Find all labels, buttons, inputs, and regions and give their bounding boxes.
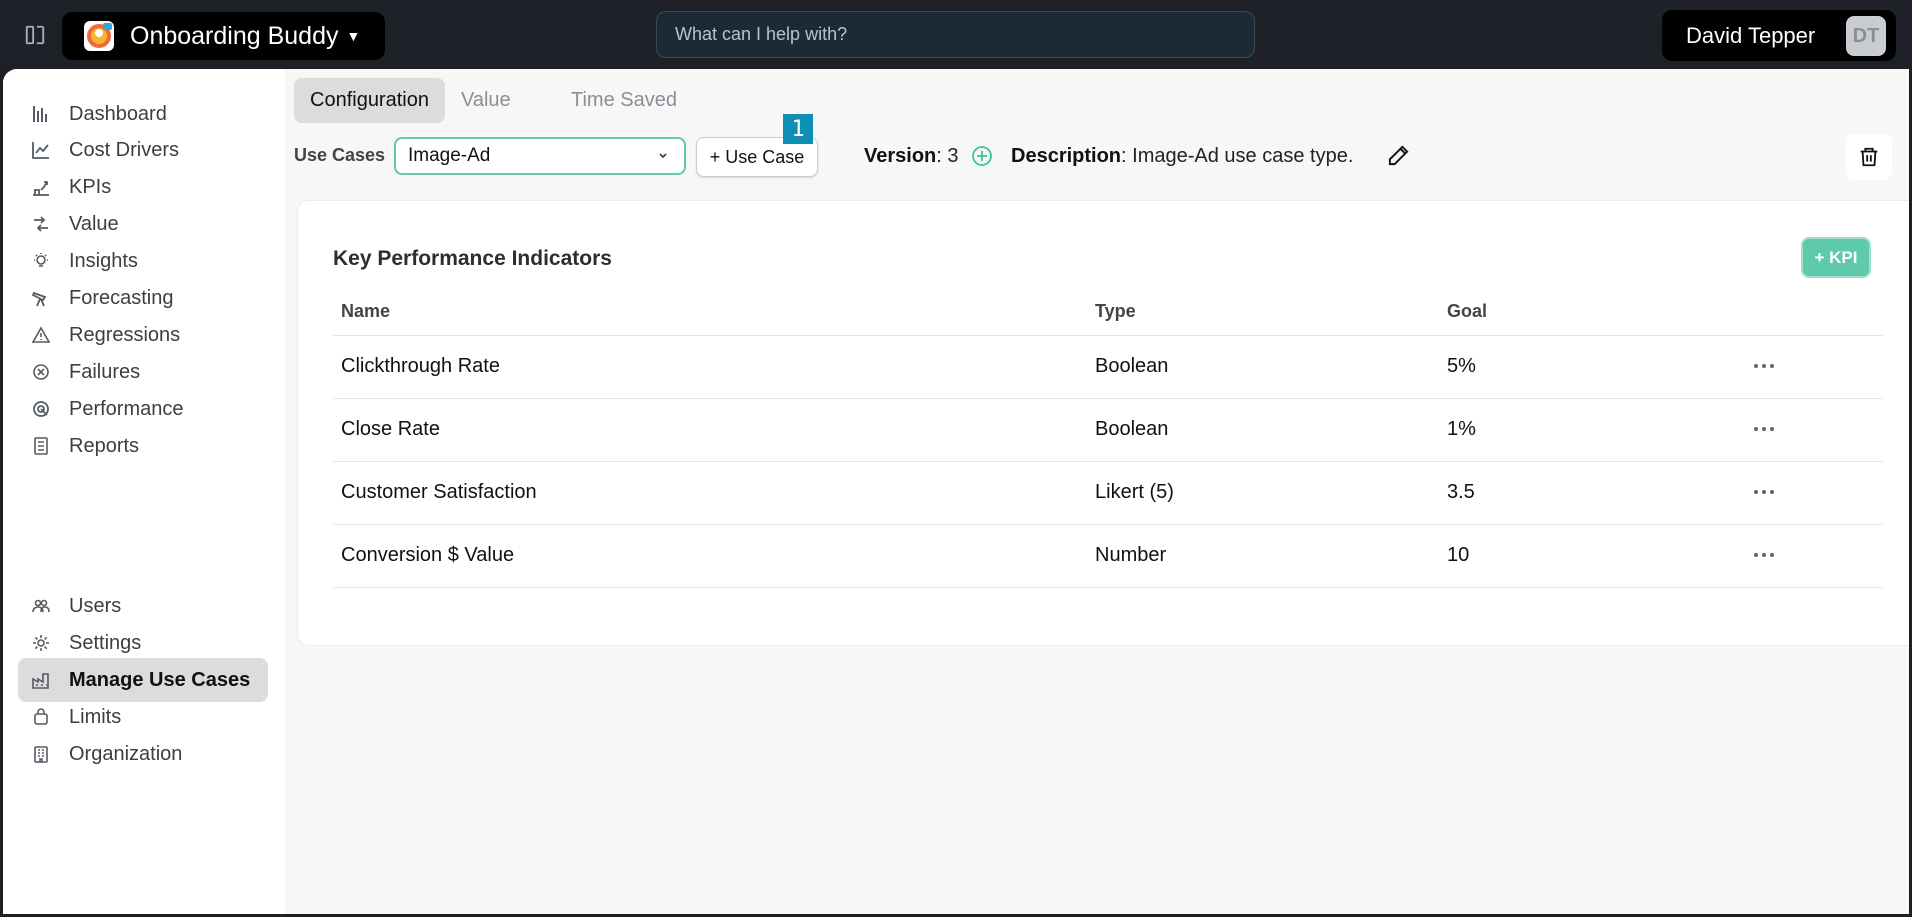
- delete-use-case-button[interactable]: [1846, 134, 1892, 180]
- kpi-type: Boolean: [1095, 355, 1169, 377]
- sidebar-item-label: KPIs: [69, 175, 112, 198]
- more-options-icon[interactable]: [1749, 543, 1779, 567]
- kpi-goal: 10: [1447, 544, 1470, 566]
- gauge-icon: [33, 401, 49, 417]
- main-content: Configuration Value Time Saved Use Cases…: [285, 69, 1909, 914]
- lightbulb-icon: [34, 253, 48, 267]
- step-badge: 1: [783, 114, 813, 144]
- kpi-goal: 3.5: [1447, 481, 1475, 503]
- sidebar-item-label: Reports: [69, 434, 140, 457]
- sidebar-item-label: Settings: [69, 631, 142, 654]
- kpi-name: Close Rate: [341, 418, 440, 440]
- app-switcher[interactable]: Onboarding Buddy ▼: [62, 12, 385, 60]
- gear-icon: [33, 635, 49, 651]
- chevron-down-icon: ▼: [346, 28, 361, 44]
- kpi-icon: [33, 181, 49, 196]
- factory-icon: [32, 673, 49, 689]
- add-version-icon[interactable]: [971, 145, 993, 167]
- table-row: Conversion $ Value Number 10: [333, 525, 1883, 588]
- circle-x-icon: [33, 364, 49, 380]
- kpi-type: Number: [1095, 544, 1167, 566]
- sidebar-item-label: Regressions: [69, 323, 181, 346]
- telescope-icon: [32, 291, 47, 307]
- version-value: : 3: [936, 145, 959, 167]
- description-info: Description: Image-Ad use case type.: [1011, 145, 1353, 168]
- table-row: Close Rate Boolean 1%: [333, 399, 1883, 462]
- kpi-table: Name Type Goal Clickthrough Rate Boolean…: [333, 289, 1883, 588]
- exchange-icon: [34, 216, 48, 232]
- sidebar-item-label: Users: [69, 594, 122, 617]
- version-label: Version: [864, 145, 937, 167]
- sidebar-item-organization[interactable]: Organization: [18, 732, 268, 776]
- kpi-type: Boolean: [1095, 418, 1169, 440]
- table-row: Customer Satisfaction Likert (5) 3.5: [333, 462, 1883, 525]
- table-header: Name Type Goal: [333, 289, 1883, 336]
- use-case-select[interactable]: Image-Ad: [394, 137, 686, 175]
- user-name: David Tepper: [1686, 22, 1816, 48]
- avatar: DT: [1846, 16, 1886, 56]
- sidebar-item-label: Manage Use Cases: [69, 668, 251, 691]
- sidebar: Dashboard Cost Drivers KPIs Value Insigh…: [3, 69, 285, 914]
- search-input[interactable]: [656, 11, 1255, 58]
- top-bar: Onboarding Buddy ▼ David Tepper DT: [0, 0, 1912, 68]
- sidebar-item-label: Cost Drivers: [69, 138, 180, 161]
- kpi-type: Likert (5): [1095, 481, 1174, 503]
- sidebar-item-label: Failures: [69, 360, 141, 383]
- sidebar-item-reports[interactable]: Reports: [18, 424, 268, 468]
- kpi-name: Conversion $ Value: [341, 544, 515, 566]
- kpi-goal: 5%: [1447, 355, 1476, 377]
- users-icon: [32, 599, 50, 613]
- app-shell: Dashboard Cost Drivers KPIs Value Insigh…: [3, 69, 1909, 914]
- line-chart-icon: [32, 142, 49, 159]
- sidebar-item-label: Organization: [69, 742, 183, 765]
- kpi-card: Key Performance Indicators + KPI Name Ty…: [297, 200, 1909, 646]
- tab-configuration[interactable]: Configuration: [294, 78, 445, 123]
- column-header-goal: Goal: [1447, 301, 1488, 321]
- kpi-goal: 1%: [1447, 418, 1476, 440]
- version-info: Version: 3: [864, 145, 959, 168]
- column-header-type: Type: [1095, 301, 1136, 321]
- sidebar-toggle-icon[interactable]: [24, 24, 46, 46]
- description-label: Description: [1011, 145, 1122, 167]
- kpi-name: Clickthrough Rate: [341, 355, 500, 377]
- app-logo-icon: [84, 21, 114, 51]
- sidebar-item-label: Limits: [69, 705, 122, 728]
- chevron-down-icon: [659, 153, 667, 159]
- bar-chart-icon: [33, 106, 47, 122]
- app-title: Onboarding Buddy: [130, 21, 339, 50]
- sidebar-item-label: Dashboard: [69, 102, 167, 125]
- sidebar-item-label: Performance: [69, 397, 184, 420]
- building-icon: [34, 746, 48, 763]
- kpi-card-title: Key Performance Indicators: [333, 247, 612, 270]
- description-value: : Image-Ad use case type.: [1121, 145, 1354, 167]
- add-kpi-button[interactable]: + KPI: [1801, 237, 1871, 278]
- sidebar-item-label: Insights: [69, 249, 138, 272]
- sidebar-item-label: Value: [69, 212, 119, 235]
- table-row: Clickthrough Rate Boolean 5%: [333, 336, 1883, 399]
- edit-pencil-icon[interactable]: [1387, 144, 1410, 167]
- tab-time-saved[interactable]: Time Saved: [555, 78, 693, 123]
- tab-value[interactable]: Value: [445, 78, 527, 123]
- user-menu[interactable]: David Tepper DT: [1662, 10, 1896, 61]
- more-options-icon[interactable]: [1749, 354, 1779, 378]
- warning-icon: [32, 326, 50, 343]
- sidebar-item-label: Forecasting: [69, 286, 174, 309]
- more-options-icon[interactable]: [1749, 417, 1779, 441]
- document-icon: [34, 437, 48, 455]
- kpi-name: Customer Satisfaction: [341, 481, 537, 503]
- limits-icon: [34, 708, 48, 725]
- use-cases-label: Use Cases: [294, 145, 386, 165]
- column-header-name: Name: [341, 301, 391, 321]
- trash-icon: [1860, 147, 1878, 167]
- more-options-icon[interactable]: [1749, 480, 1779, 504]
- use-case-selected-value: Image-Ad: [408, 145, 491, 166]
